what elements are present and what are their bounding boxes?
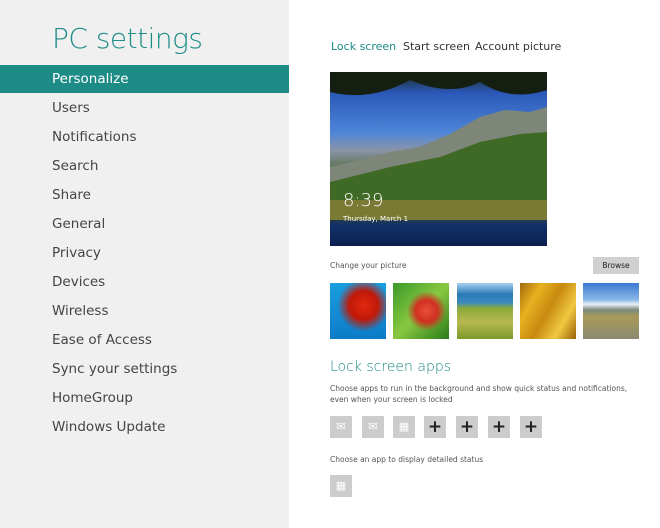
sidebar-item-wireless[interactable]: Wireless bbox=[0, 297, 289, 325]
sidebar-item-privacy[interactable]: Privacy bbox=[0, 239, 289, 267]
messaging-icon: ✉ bbox=[336, 420, 346, 433]
add-app-button[interactable]: + bbox=[424, 416, 446, 438]
clock-time: 8:39 bbox=[343, 190, 384, 211]
mail-app-slot[interactable]: ✉ bbox=[362, 416, 384, 438]
picture-thumbnail-road[interactable] bbox=[583, 283, 639, 339]
tab-account-picture[interactable]: Account picture bbox=[475, 40, 561, 53]
lock-screen-apps-description: Choose apps to run in the background and… bbox=[330, 384, 628, 404]
add-app-button[interactable]: + bbox=[488, 416, 510, 438]
mail-icon: ✉ bbox=[368, 420, 378, 433]
sidebar-item-sync[interactable]: Sync your settings bbox=[0, 355, 289, 383]
change-picture-label: Change your picture bbox=[330, 261, 407, 270]
calendar-app-slot[interactable]: ▦ bbox=[393, 416, 415, 438]
picture-thumbnail-coast[interactable] bbox=[457, 283, 513, 339]
sidebar-item-users[interactable]: Users bbox=[0, 94, 289, 122]
sidebar-item-ease-of-access[interactable]: Ease of Access bbox=[0, 326, 289, 354]
sidebar-item-general[interactable]: General bbox=[0, 210, 289, 238]
picture-thumbnail-coral[interactable] bbox=[330, 283, 386, 339]
sidebar-item-share[interactable]: Share bbox=[0, 181, 289, 209]
sidebar: PC settings Personalize Users Notificati… bbox=[0, 0, 289, 528]
add-app-button[interactable]: + bbox=[520, 416, 542, 438]
messaging-app-slot[interactable]: ✉ bbox=[330, 416, 352, 438]
sidebar-item-notifications[interactable]: Notifications bbox=[0, 123, 289, 151]
sidebar-item-search[interactable]: Search bbox=[0, 152, 289, 180]
detailed-status-app-slot[interactable]: ▦ bbox=[330, 475, 352, 497]
lock-screen-apps-heading: Lock screen apps bbox=[330, 359, 452, 375]
tab-start-screen[interactable]: Start screen bbox=[403, 40, 470, 53]
calendar-icon: ▦ bbox=[398, 420, 410, 433]
picture-thumbnail-grass[interactable] bbox=[520, 283, 576, 339]
add-app-button[interactable]: + bbox=[456, 416, 478, 438]
sidebar-item-devices[interactable]: Devices bbox=[0, 268, 289, 296]
calendar-icon: ▦ bbox=[335, 479, 347, 492]
page-title: PC settings bbox=[52, 22, 203, 55]
sidebar-item-personalize[interactable]: Personalize bbox=[0, 65, 289, 93]
detailed-status-label: Choose an app to display detailed status bbox=[330, 455, 484, 464]
browse-button[interactable]: Browse bbox=[593, 257, 639, 274]
tab-lock-screen[interactable]: Lock screen bbox=[331, 40, 396, 53]
clock-date: Thursday, March 1 bbox=[343, 215, 409, 223]
sidebar-item-homegroup[interactable]: HomeGroup bbox=[0, 384, 289, 412]
sidebar-item-windows-update[interactable]: Windows Update bbox=[0, 413, 289, 441]
picture-thumbnail-flowers[interactable] bbox=[393, 283, 449, 339]
lock-screen-preview: 8:39 Thursday, March 1 bbox=[330, 72, 547, 246]
